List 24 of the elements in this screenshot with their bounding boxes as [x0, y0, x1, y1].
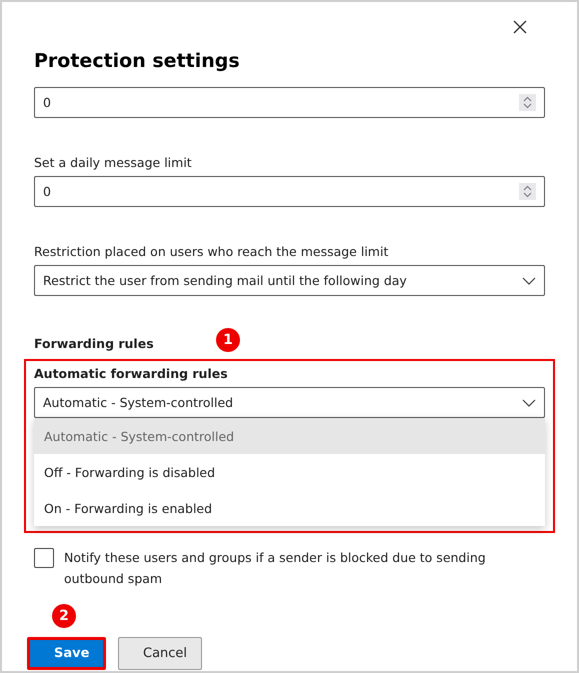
callout-badge: 2 — [52, 604, 76, 628]
callout-badge: 1 — [216, 328, 240, 352]
field-label: Set a daily message limit — [34, 155, 192, 170]
dropdown[interactable]: Automatic - System-controlled — [34, 387, 545, 418]
cancel-button[interactable]: Cancel — [118, 637, 202, 670]
chevron-down-icon — [522, 398, 536, 406]
number-input[interactable]: 0 — [34, 87, 545, 118]
checkbox[interactable] — [34, 548, 54, 568]
chevron-down-icon — [522, 276, 536, 284]
checkbox-label: Notify these users and groups if a sender is blocked due to sending outbound spam — [64, 549, 487, 588]
close-button[interactable] — [511, 18, 529, 36]
field-label: Restriction placed on users who reach the message limit — [34, 244, 388, 259]
spinner-icon[interactable] — [519, 183, 536, 200]
field-label: Automatic forwarding rules — [34, 366, 228, 381]
dropdown-option[interactable]: On - Forwarding is enabled — [34, 490, 545, 526]
dropdown-option[interactable]: Off - Forwarding is disabled — [34, 454, 545, 490]
dropdown[interactable]: Restrict the user from sending mail until the following day — [34, 265, 545, 296]
section-heading: Forwarding rules — [34, 336, 154, 351]
close-icon — [513, 20, 527, 34]
panel-title: Protection settings — [34, 50, 241, 72]
spinner-icon[interactable] — [519, 94, 536, 111]
number-input[interactable]: 0 — [34, 176, 545, 207]
save-button[interactable]: Save — [27, 637, 106, 670]
dropdown-option[interactable]: Automatic - System-controlled — [34, 418, 545, 454]
